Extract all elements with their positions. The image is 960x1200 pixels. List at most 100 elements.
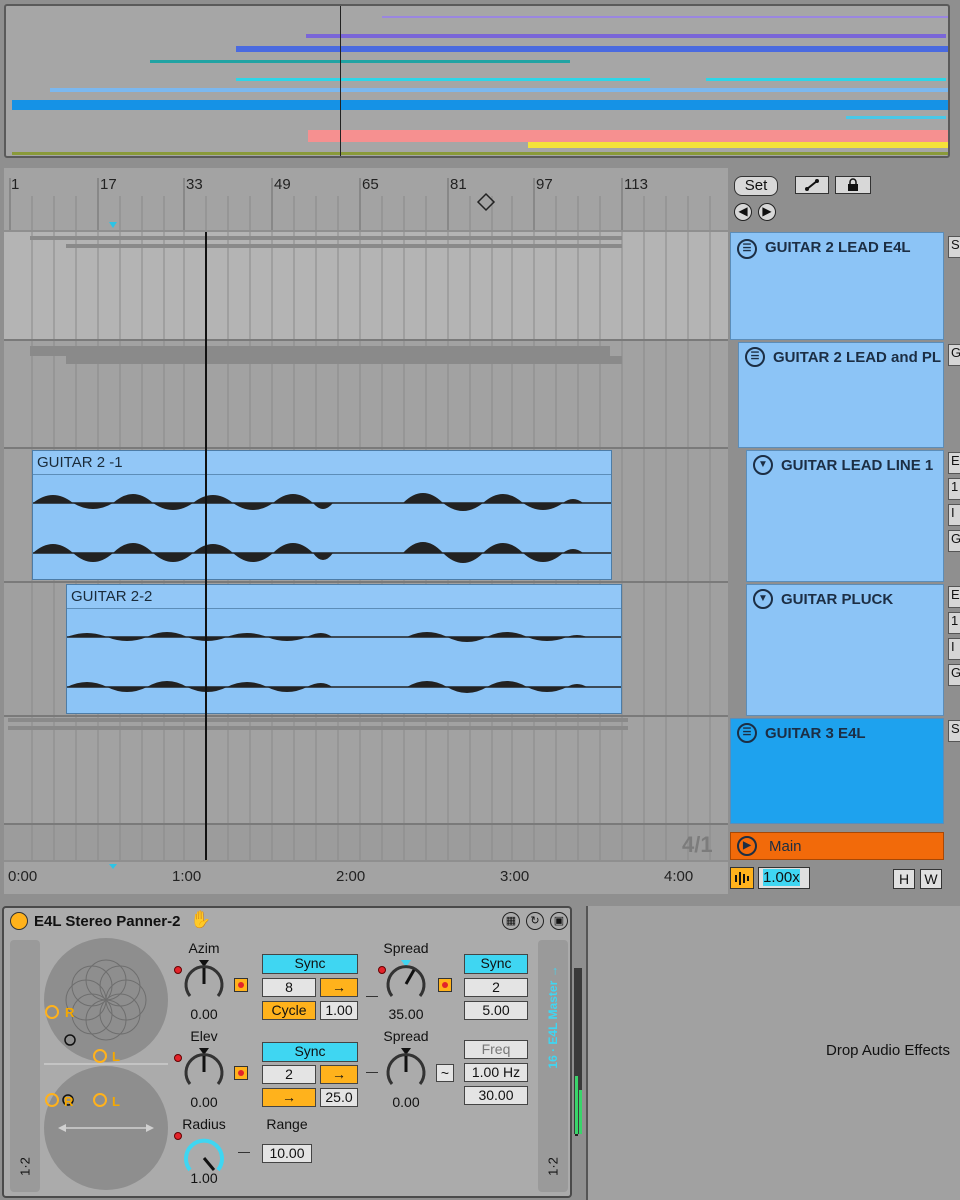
device-e4l-stereo-panner: E4L Stereo Panner-2 ✋ ▦ ↻ ▣ 1·2 R L R L … xyxy=(2,906,578,1198)
group-icon[interactable]: ☰ xyxy=(745,347,765,367)
spread-mod-value[interactable]: 5.00 xyxy=(464,1001,528,1020)
azim-knob[interactable] xyxy=(182,956,226,1004)
spread-sync-button[interactable]: Sync xyxy=(464,954,528,974)
h-button[interactable]: H xyxy=(893,869,915,889)
azim-sync-button[interactable]: Sync xyxy=(262,954,358,974)
arrow-left-circle-icon[interactable]: ◀ xyxy=(734,203,752,221)
mixer-cell[interactable]: G xyxy=(948,664,960,686)
arrow-right-circle-icon[interactable]: ▶ xyxy=(758,203,776,221)
group-icon[interactable]: ☰ xyxy=(737,723,757,743)
input-strip[interactable]: 1·2 xyxy=(10,940,40,1192)
overview-lanes xyxy=(12,16,948,155)
mod-toggle[interactable] xyxy=(438,978,452,992)
mixer-cell[interactable]: I xyxy=(948,638,960,660)
azim-value[interactable]: 0.00 xyxy=(176,1006,232,1022)
track-header[interactable]: ▼ GUITAR PLUCK xyxy=(746,584,944,716)
mixer-cell[interactable]: 1 xyxy=(948,478,960,500)
mixer-cell[interactable]: I xyxy=(948,504,960,526)
radius-value[interactable]: 1.00 xyxy=(176,1170,232,1186)
arrangement-tracks[interactable]: GUITAR 2 -1 GUITAR 2-2 4/1 xyxy=(4,232,728,860)
azim-rate[interactable]: 8 xyxy=(262,978,316,997)
w-button[interactable]: W xyxy=(920,869,942,889)
elev-value-2[interactable]: 25.0 xyxy=(320,1088,358,1107)
mixer-cell[interactable]: E xyxy=(948,452,960,474)
spread-knob-2[interactable] xyxy=(384,1044,428,1092)
track-header[interactable]: ☰ GUITAR 2 LEAD and PL xyxy=(738,342,944,448)
mixer-cell[interactable]: G xyxy=(948,530,960,552)
elev-direction-2[interactable]: → xyxy=(262,1088,316,1107)
audio-clip[interactable]: GUITAR 2 -1 xyxy=(32,450,612,580)
arrangement-overview[interactable] xyxy=(4,4,950,158)
device-power-button[interactable] xyxy=(10,912,28,930)
elev-sync-button[interactable]: Sync xyxy=(262,1042,358,1062)
pan-r-label: R xyxy=(65,1005,75,1020)
freq-value[interactable]: 1.00 Hz xyxy=(464,1063,528,1082)
refresh-icon[interactable]: ↻ xyxy=(526,912,544,930)
time-label: 3:00 xyxy=(500,868,530,885)
lock-icon xyxy=(848,178,858,191)
mixer-cell[interactable]: G xyxy=(948,344,960,366)
track-header[interactable]: ☰ GUITAR 2 LEAD E4L xyxy=(730,232,944,340)
spread-mod-value-2[interactable]: 30.00 xyxy=(464,1086,528,1105)
mod-toggle[interactable] xyxy=(234,1066,248,1080)
mixer-cell[interactable]: S xyxy=(948,720,960,742)
spread-value[interactable]: 35.00 xyxy=(378,1006,434,1022)
track-name: GUITAR 2 LEAD and PL xyxy=(773,349,942,366)
waveform-shape-button[interactable]: ~ xyxy=(436,1064,454,1082)
mixer-cell[interactable]: S xyxy=(948,236,960,258)
spread-rate[interactable]: 2 xyxy=(464,978,528,997)
clip-waveform xyxy=(33,493,611,563)
output-routing[interactable]: 16 · E4L Master → xyxy=(540,944,566,1094)
set-button[interactable]: Set xyxy=(734,176,778,196)
pencil-icon xyxy=(805,179,819,191)
group-icon[interactable]: ☰ xyxy=(737,239,757,259)
spread-label: Spread xyxy=(383,1028,429,1044)
track-name: Main xyxy=(769,838,802,855)
modulation-dot[interactable] xyxy=(174,1054,182,1062)
fold-down-icon[interactable]: ▼ xyxy=(753,589,773,609)
bar-ruler[interactable]: 1 17 33 49 65 81 97 113 xyxy=(4,168,728,230)
time-ruler[interactable]: 0:00 1:00 2:00 3:00 4:00 xyxy=(4,862,728,894)
grid-icon[interactable]: ▦ xyxy=(502,912,520,930)
device-drop-zone[interactable]: Drop Audio Effects xyxy=(586,906,960,1200)
lock-button[interactable] xyxy=(835,176,871,194)
time-label: 0:00 xyxy=(8,868,38,885)
mixer-cell[interactable]: E xyxy=(948,586,960,608)
level-meter xyxy=(574,968,582,1134)
azim-cycle-button[interactable]: Cycle xyxy=(262,1001,316,1020)
zoom-field[interactable]: 1.00x xyxy=(758,867,810,889)
waveform-icon[interactable] xyxy=(730,867,754,889)
track-header[interactable]: ▼ GUITAR LEAD LINE 1 xyxy=(746,450,944,582)
azim-direction[interactable]: → xyxy=(320,978,358,997)
grid-size-label[interactable]: 4/1 xyxy=(682,832,713,858)
track-name: GUITAR LEAD LINE 1 xyxy=(781,457,934,474)
elev-rate[interactable]: 2 xyxy=(262,1065,316,1084)
elev-knob[interactable] xyxy=(182,1044,226,1092)
fold-down-icon[interactable]: ▼ xyxy=(753,455,773,475)
mod-toggle[interactable] xyxy=(234,978,248,992)
waveform-glyph xyxy=(735,872,749,885)
freq-button[interactable]: Freq xyxy=(464,1040,528,1059)
elev-value[interactable]: 0.00 xyxy=(176,1094,232,1110)
play-circle-icon[interactable]: ▶ xyxy=(737,836,757,856)
audio-clip[interactable]: GUITAR 2-2 xyxy=(66,584,622,714)
input-routing: 1·2 xyxy=(17,1157,33,1176)
playhead-line xyxy=(205,232,207,860)
device-title: E4L Stereo Panner-2 xyxy=(34,913,181,930)
azim-cycle-value[interactable]: 1.00 xyxy=(320,1001,358,1020)
draw-mode-button[interactable] xyxy=(795,176,829,194)
modulation-dot[interactable] xyxy=(174,1132,182,1140)
pan-l-label: L xyxy=(112,1049,120,1064)
modulation-dot[interactable] xyxy=(174,966,182,974)
mixer-cell[interactable]: 1 xyxy=(948,612,960,634)
ruler-ticks xyxy=(9,178,711,230)
main-track-header[interactable]: ▶ Main xyxy=(730,832,944,860)
save-icon[interactable]: ▣ xyxy=(550,912,568,930)
elev-direction[interactable]: → xyxy=(320,1065,358,1084)
output-strip[interactable]: 16 · E4L Master → 1·2 xyxy=(538,940,578,1192)
range-value[interactable]: 10.00 xyxy=(262,1144,312,1163)
pan-display[interactable] xyxy=(44,938,172,1194)
spread-knob[interactable] xyxy=(384,956,428,1004)
track-header[interactable]: ☰ GUITAR 3 E4L xyxy=(730,718,944,824)
spread-value[interactable]: 0.00 xyxy=(378,1094,434,1110)
